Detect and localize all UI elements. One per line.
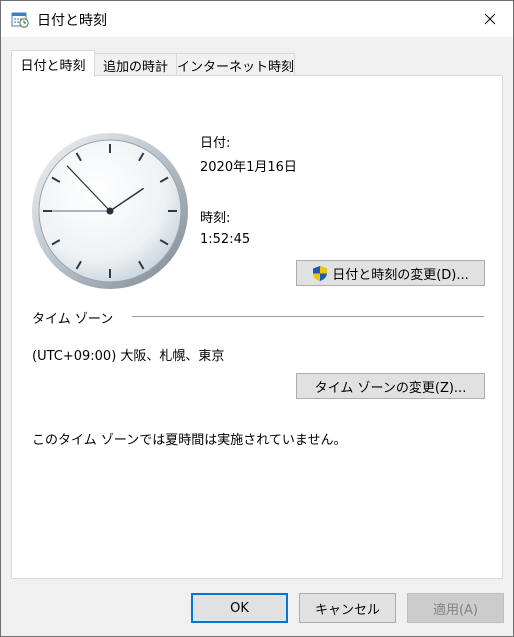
analog-clock (32, 133, 188, 289)
date-label: 日付: (200, 136, 231, 151)
tab-date-time[interactable]: 日付と時刻 (11, 50, 95, 77)
date-time-icon (11, 10, 29, 28)
dialog-footer: OK キャンセル 適用(A) (1, 579, 513, 636)
tab-additional-clocks[interactable]: 追加の時計 (93, 53, 178, 76)
title-bar: 日付と時刻 (1, 1, 513, 37)
timezone-group-divider (132, 316, 484, 317)
clock-center-cap (106, 207, 114, 215)
timezone-value: (UTC+09:00) 大阪、札幌、東京 (32, 349, 225, 364)
close-button[interactable] (467, 1, 513, 37)
tab-internet-time[interactable]: インターネット時刻 (176, 53, 295, 76)
tab-label: 追加の時計 (102, 59, 168, 75)
cancel-label: キャンセル (314, 602, 380, 618)
change-date-time-label: 日付と時刻の変更(D)... (332, 267, 469, 283)
dst-note: このタイム ゾーンでは夏時間は実施されていません。 (32, 433, 347, 448)
change-date-time-button[interactable]: 日付と時刻の変更(D)... (296, 260, 485, 286)
change-timezone-button[interactable]: タイム ゾーンの変更(Z)... (296, 373, 485, 399)
apply-button[interactable]: 適用(A) (407, 593, 504, 623)
tab-label: 日付と時刻 (20, 58, 86, 74)
time-value: 1:52:45 (200, 232, 251, 247)
time-label: 時刻: (200, 211, 231, 226)
tab-panel-date-time: 日付: 2020年1月16日 時刻: 1:52:45 日付と時刻の変更(D)..… (11, 75, 503, 579)
timezone-group-label: タイム ゾーン (32, 312, 114, 327)
window-title: 日付と時刻 (37, 13, 107, 29)
close-icon (484, 13, 496, 25)
ok-button[interactable]: OK (191, 593, 288, 623)
date-value: 2020年1月16日 (200, 160, 297, 175)
change-timezone-label: タイム ゾーンの変更(Z)... (314, 380, 467, 396)
cancel-button[interactable]: キャンセル (299, 593, 396, 623)
uac-shield-icon (313, 265, 328, 281)
tab-label: インターネット時刻 (177, 59, 295, 75)
ok-label: OK (230, 600, 249, 616)
apply-label: 適用(A) (432, 602, 479, 618)
date-time-dialog: 日付と時刻 日付と時刻 追加の時計 インターネット時刻 日付: 2020年1月1… (0, 0, 514, 637)
